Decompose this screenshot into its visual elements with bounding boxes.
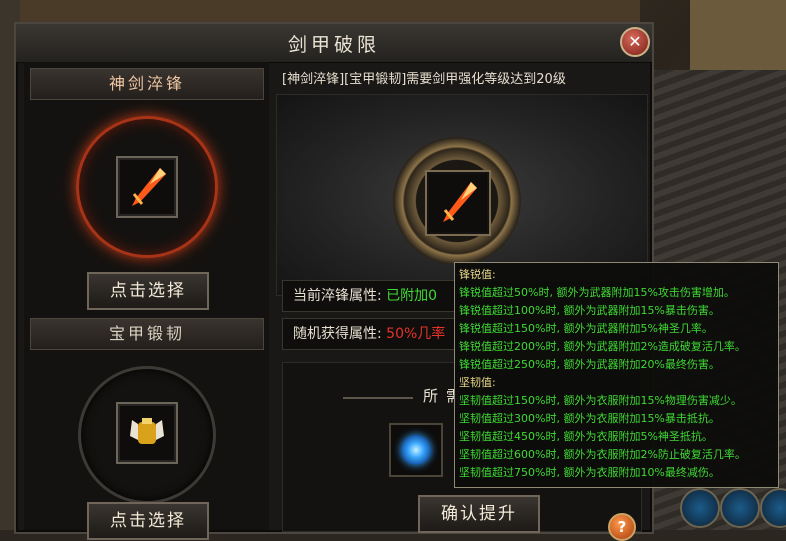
armor-altar (38, 354, 256, 514)
armor-section-header: 宝甲锻韧 (30, 318, 264, 350)
select-armor-button[interactable]: 点击选择 (87, 502, 209, 540)
title-bar[interactable]: 剑甲破限 ✕ (16, 24, 652, 63)
tooltip-heading: 坚韧值: (459, 376, 496, 389)
current-attribute-value: 已附加0 (386, 288, 438, 304)
tooltip-line: 坚韧值超过300%时, 额外为衣服附加15%暴击抵抗。 (459, 412, 720, 425)
tooltip-line: 锋锐值超过250%时, 额外为武器附加20%最终伤害。 (459, 358, 720, 371)
close-icon: ✕ (628, 32, 642, 51)
random-attribute-label: 随机获得属性: (293, 326, 382, 342)
material-slot[interactable] (389, 423, 443, 477)
tooltip-heading: 锋锐值: (459, 268, 496, 281)
attribute-tooltip: 锋锐值: 锋锐值超过50%时, 额外为武器附加15%攻击伤害增加。 锋锐值超过100… (454, 262, 779, 488)
selection-column: 神剑淬锋 点击选择 宝甲锻韧 点击选择 (24, 62, 269, 540)
top-scenery (0, 0, 640, 22)
sword-slot[interactable] (118, 158, 176, 216)
sword-section-header: 神剑淬锋 (30, 68, 264, 100)
tooltip-line: 锋锐值超过200%时, 额外为武器附加2%造成破复活几率。 (459, 340, 746, 353)
select-sword-button[interactable]: 点击选择 (87, 272, 209, 310)
tooltip-line: 坚韧值超过450%时, 额外为衣服附加5%神圣抵抗。 (459, 430, 713, 443)
sword-icon (443, 182, 477, 222)
blue-gem-icon (401, 435, 431, 465)
confirm-upgrade-button[interactable]: 确认提升 (418, 495, 540, 533)
tooltip-line: 锋锐值超过150%时, 额外为武器附加5%神圣几率。 (459, 322, 713, 335)
random-attribute-value: 50%几率 (386, 326, 446, 342)
armor-slot[interactable] (118, 404, 176, 462)
divider (343, 397, 413, 399)
window-title: 剑甲破限 (287, 34, 380, 56)
current-attribute-label: 当前淬锋属性: (293, 288, 382, 304)
hud-button[interactable] (680, 488, 720, 528)
hud-button[interactable] (720, 488, 760, 528)
top-right-scenery (690, 0, 786, 70)
sword-altar (38, 106, 256, 266)
requirement-text: [神剑淬锋][宝甲锻韧]需要剑甲强化等级达到20级 (282, 72, 566, 87)
preview-item-slot[interactable] (427, 172, 489, 234)
armor-icon (130, 418, 164, 444)
tooltip-line: 坚韧值超过750%时, 额外为衣服附加10%最终减伤。 (459, 466, 720, 479)
tooltip-line: 锋锐值超过100%时, 额外为武器附加15%暴击伤害。 (459, 304, 720, 317)
tooltip-line: 锋锐值超过50%时, 额外为武器附加15%攻击伤害增加。 (459, 286, 735, 299)
help-button[interactable]: ? (608, 513, 636, 541)
tooltip-line: 坚韧值超过600%时, 额外为衣服附加2%防止破复活几率。 (459, 448, 746, 461)
sword-icon (132, 168, 166, 206)
close-button[interactable]: ✕ (620, 27, 650, 57)
tooltip-line: 坚韧值超过150%时, 额外为衣服附加15%物理伤害减少。 (459, 394, 742, 407)
